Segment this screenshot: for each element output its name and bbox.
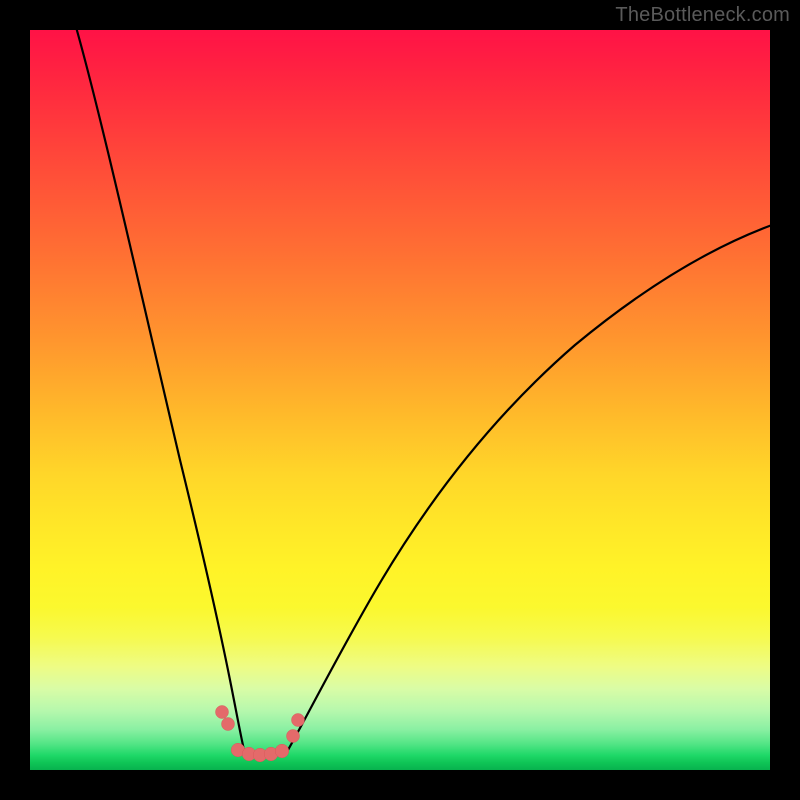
data-point bbox=[216, 706, 229, 719]
plot-area bbox=[30, 30, 770, 770]
data-points-group bbox=[216, 706, 305, 762]
chart-container: TheBottleneck.com bbox=[0, 0, 800, 800]
right-curve bbox=[288, 225, 772, 750]
data-point bbox=[275, 744, 289, 758]
watermark-text: TheBottleneck.com bbox=[615, 4, 790, 27]
left-curve bbox=[74, 20, 244, 750]
data-point bbox=[292, 714, 305, 727]
curve-layer bbox=[30, 30, 770, 770]
data-point bbox=[222, 718, 235, 731]
data-point bbox=[287, 730, 300, 743]
